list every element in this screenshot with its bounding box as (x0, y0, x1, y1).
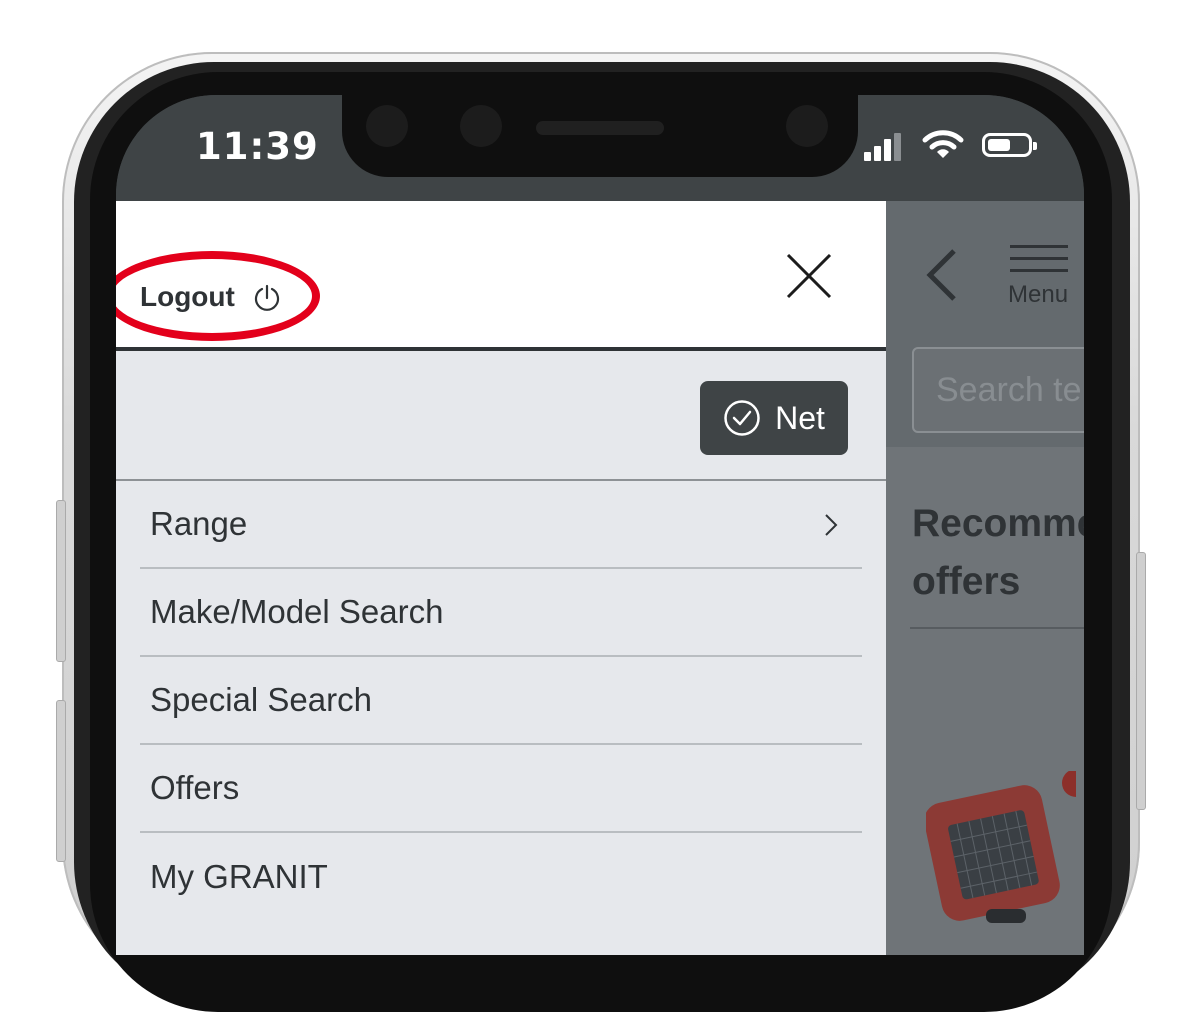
sensor-icon (460, 105, 502, 147)
search-input[interactable]: Search te (912, 347, 1084, 433)
menu-item-label: My GRANIT (150, 858, 328, 895)
menu-item-label: Range (150, 505, 248, 542)
background-page: Menu Search te Recomme offers (886, 201, 1084, 955)
search-placeholder: Search te (936, 371, 1082, 409)
drawer-header: Logout (116, 201, 886, 351)
notch (342, 95, 858, 177)
section-title: Recomme offers (912, 502, 1084, 603)
menu-item-offers[interactable]: Offers (140, 745, 862, 833)
menu-item-make-model-search[interactable]: Make/Model Search (140, 569, 862, 657)
front-camera-icon (786, 105, 828, 147)
side-button-left-upper (56, 500, 66, 662)
background-header: Menu Search te (886, 201, 1084, 447)
close-icon[interactable] (784, 251, 834, 301)
menu-item-range[interactable]: Range (140, 481, 862, 569)
drawer-menu-list: Range Make/Model Search Special Search O… (140, 481, 862, 921)
status-bar: 11:39 (116, 95, 1084, 201)
phone-screen: 11:39 Menu Search te Recomme offers Logo… (116, 95, 1084, 955)
highlight-ellipse (116, 251, 320, 341)
side-button-right (1136, 552, 1146, 810)
navigation-drawer: Logout Net Range Make/Model Search Speci… (116, 201, 886, 955)
checkmark-circle-icon (724, 400, 760, 436)
menu-item-label: Offers (150, 769, 240, 806)
menu-label[interactable]: Menu (1008, 281, 1068, 309)
camera-icon (366, 105, 408, 147)
wifi-icon (922, 130, 964, 158)
menu-item-my-granit[interactable]: My GRANIT (140, 833, 862, 921)
net-price-toggle[interactable]: Net (700, 381, 848, 455)
signal-icon (864, 131, 908, 161)
chevron-right-icon (825, 514, 838, 536)
menu-item-label: Special Search (150, 681, 372, 718)
menu-item-label: Make/Model Search (150, 593, 444, 630)
hamburger-menu-icon[interactable] (1010, 245, 1068, 273)
battery-icon (982, 133, 1037, 157)
speaker-grille (536, 121, 664, 135)
net-label: Net (775, 399, 825, 436)
product-image[interactable] (926, 771, 1076, 931)
side-button-left-lower (56, 700, 66, 862)
status-time: 11:39 (196, 125, 319, 168)
menu-item-special-search[interactable]: Special Search (140, 657, 862, 745)
chevron-left-icon[interactable] (922, 247, 962, 312)
divider (910, 627, 1084, 629)
